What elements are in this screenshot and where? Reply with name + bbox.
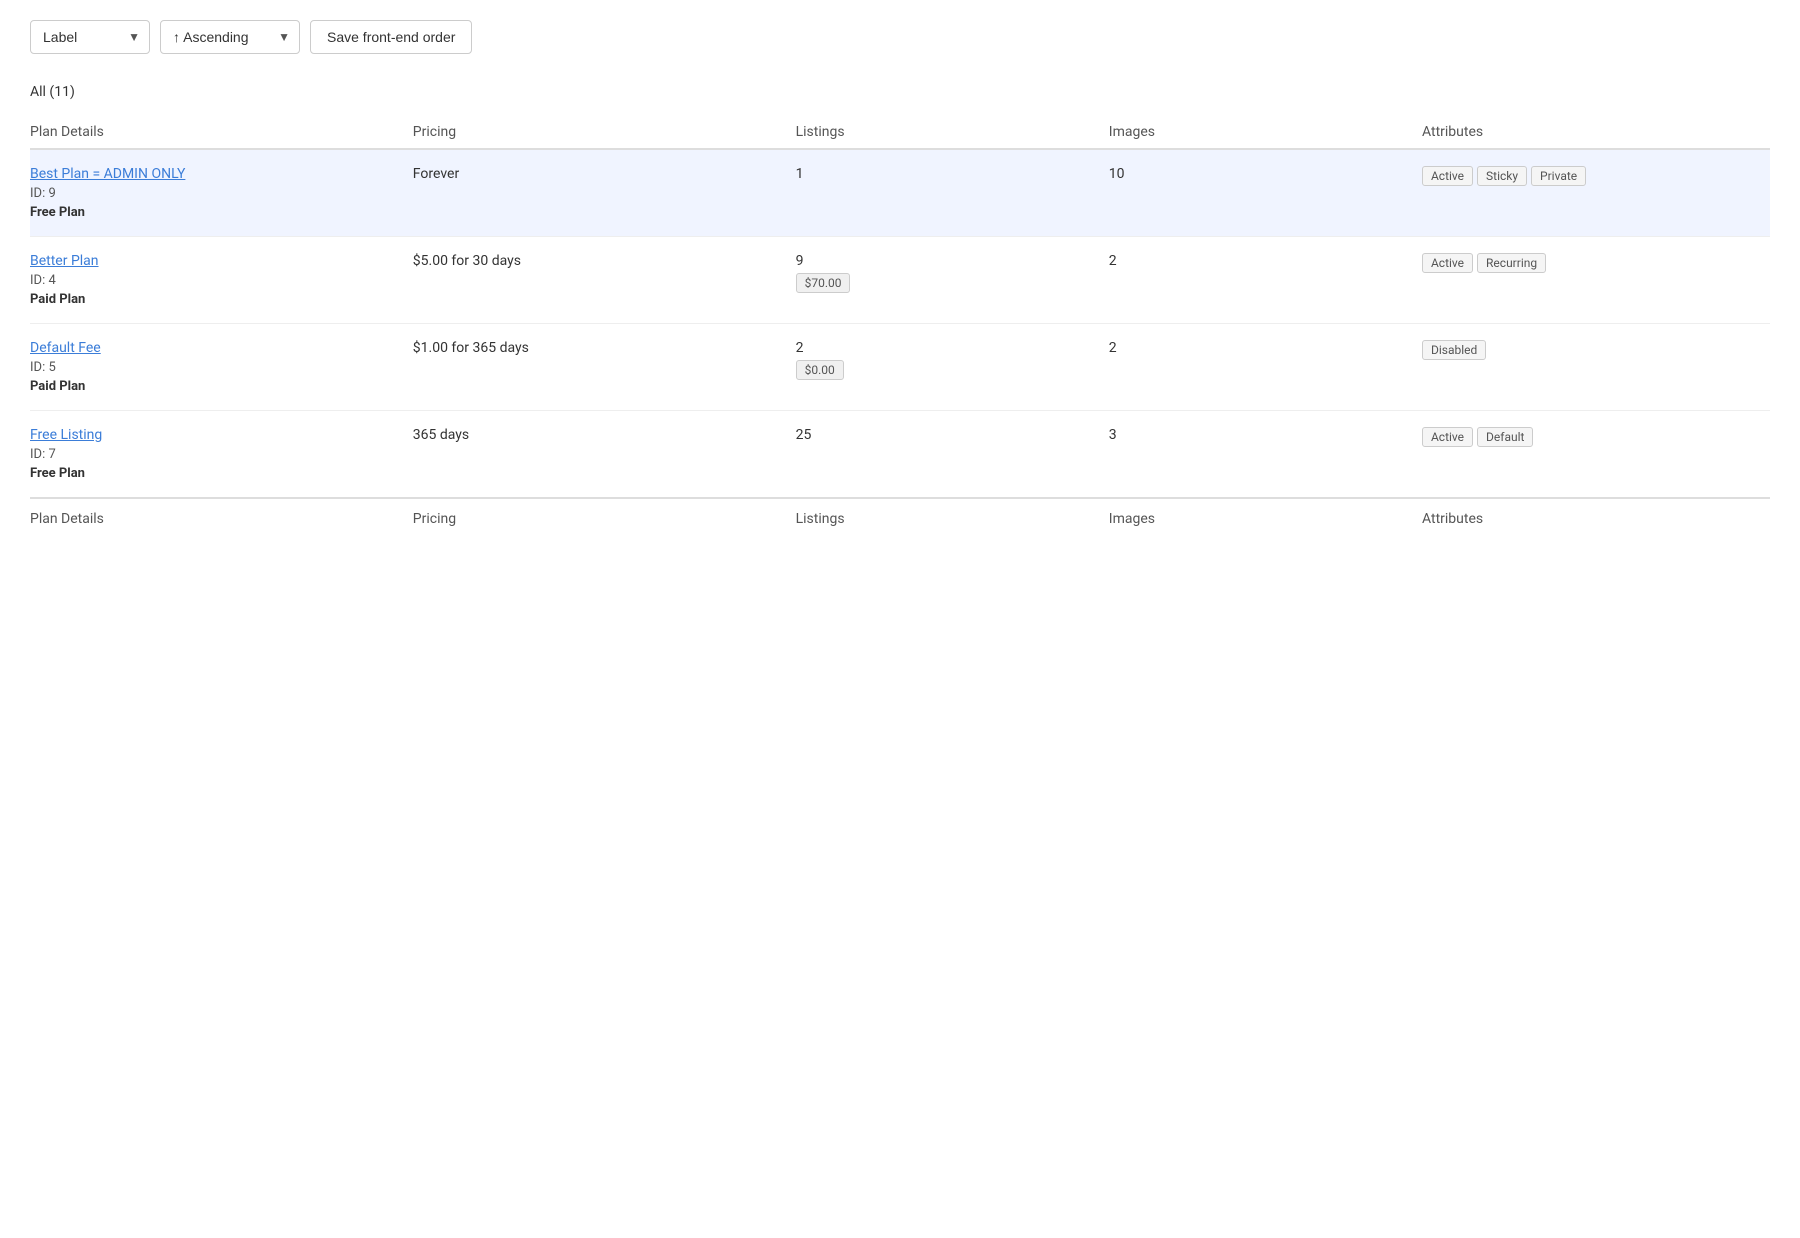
plan-id: ID: 4 — [30, 273, 401, 288]
attribute-badge: Default — [1477, 427, 1533, 447]
cell-listings: 25 — [796, 411, 1109, 499]
plans-table: Plan Details Pricing Listings Images Att… — [30, 116, 1770, 543]
plan-name-link[interactable]: Free Listing — [30, 427, 401, 443]
cell-attributes: ActiveStickyPrivate — [1422, 149, 1770, 237]
footer-images: Images — [1109, 498, 1422, 543]
plan-name-link[interactable]: Default Fee — [30, 340, 401, 356]
listings-count: 2 — [796, 340, 1097, 356]
plan-id: ID: 7 — [30, 447, 401, 462]
cell-listings: 9 $70.00 — [796, 237, 1109, 324]
sort-order-wrapper: ↑ Ascending ↓ Descending ▼ — [160, 20, 300, 54]
table-footer-row: Plan Details Pricing Listings Images Att… — [30, 498, 1770, 543]
cell-plan-details: Free Listing ID: 7 Free Plan — [30, 411, 413, 499]
cell-attributes: ActiveRecurring — [1422, 237, 1770, 324]
listings-fee-badge: $70.00 — [796, 273, 851, 293]
listings-count: 9 — [796, 253, 1097, 269]
attribute-badge: Private — [1531, 166, 1586, 186]
sort-by-wrapper: Label ID Name Date ▼ — [30, 20, 150, 54]
col-header-attributes: Attributes — [1422, 116, 1770, 149]
cell-images: 2 — [1109, 237, 1422, 324]
plan-name-link[interactable]: Best Plan = ADMIN ONLY — [30, 166, 401, 182]
sort-by-select[interactable]: Label ID Name Date — [30, 20, 150, 54]
attribute-badge: Disabled — [1422, 340, 1486, 360]
plan-type: Free Plan — [30, 205, 401, 220]
table-row: Default Fee ID: 5 Paid Plan $1.00 for 365 d… — [30, 324, 1770, 411]
footer-attributes: Attributes — [1422, 498, 1770, 543]
plan-id: ID: 5 — [30, 360, 401, 375]
toolbar: Label ID Name Date ▼ ↑ Ascending ↓ Desce… — [30, 20, 1770, 54]
cell-pricing: $5.00 for 30 days — [413, 237, 796, 324]
table-row: Best Plan = ADMIN ONLY ID: 9 Free Plan Fore… — [30, 149, 1770, 237]
col-header-listings: Listings — [796, 116, 1109, 149]
footer-listings: Listings — [796, 498, 1109, 543]
cell-listings: 2 $0.00 — [796, 324, 1109, 411]
table-row: Free Listing ID: 7 Free Plan 365 days25 3Act… — [30, 411, 1770, 499]
cell-plan-details: Default Fee ID: 5 Paid Plan — [30, 324, 413, 411]
attribute-badge: Active — [1422, 427, 1473, 447]
col-header-pricing: Pricing — [413, 116, 796, 149]
attribute-badge: Recurring — [1477, 253, 1546, 273]
attribute-badge: Sticky — [1477, 166, 1527, 186]
cell-pricing: 365 days — [413, 411, 796, 499]
plan-type: Paid Plan — [30, 379, 401, 394]
listings-fee-badge: $0.00 — [796, 360, 844, 380]
table-row: Better Plan ID: 4 Paid Plan $5.00 for 30 da… — [30, 237, 1770, 324]
col-header-images: Images — [1109, 116, 1422, 149]
cell-images: 3 — [1109, 411, 1422, 499]
attribute-badge: Active — [1422, 253, 1473, 273]
cell-pricing: Forever — [413, 149, 796, 237]
cell-images: 10 — [1109, 149, 1422, 237]
cell-plan-details: Better Plan ID: 4 Paid Plan — [30, 237, 413, 324]
cell-images: 2 — [1109, 324, 1422, 411]
listings-count: 25 — [796, 427, 1097, 443]
all-count: All (11) — [30, 84, 1770, 100]
cell-plan-details: Best Plan = ADMIN ONLY ID: 9 Free Plan — [30, 149, 413, 237]
sort-order-select[interactable]: ↑ Ascending ↓ Descending — [160, 20, 300, 54]
save-order-button[interactable]: Save front-end order — [310, 20, 472, 54]
plan-type: Paid Plan — [30, 292, 401, 307]
plan-type: Free Plan — [30, 466, 401, 481]
footer-plan-details: Plan Details — [30, 498, 413, 543]
footer-pricing: Pricing — [413, 498, 796, 543]
cell-attributes: Disabled — [1422, 324, 1770, 411]
plan-name-link[interactable]: Better Plan — [30, 253, 401, 269]
listings-count: 1 — [796, 166, 1097, 182]
attribute-badge: Active — [1422, 166, 1473, 186]
cell-pricing: $1.00 for 365 days — [413, 324, 796, 411]
plan-id: ID: 9 — [30, 186, 401, 201]
cell-attributes: ActiveDefault — [1422, 411, 1770, 499]
cell-listings: 1 — [796, 149, 1109, 237]
col-header-plan-details: Plan Details — [30, 116, 413, 149]
table-header-row: Plan Details Pricing Listings Images Att… — [30, 116, 1770, 149]
